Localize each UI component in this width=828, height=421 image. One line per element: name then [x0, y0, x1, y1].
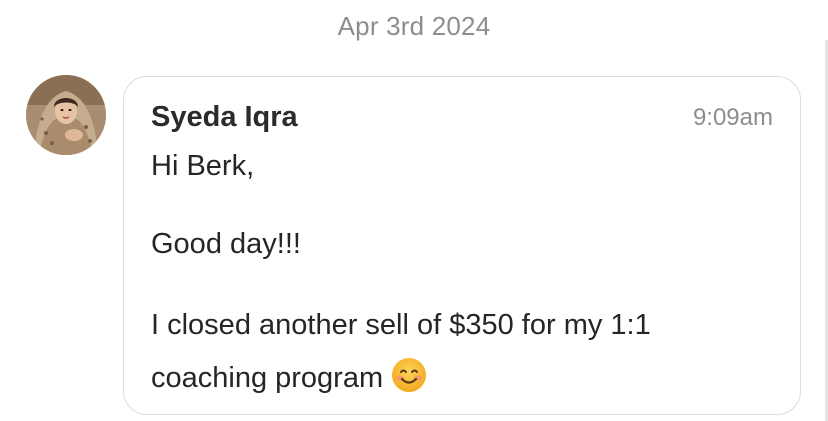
sender-name[interactable]: Syeda Iqra	[151, 101, 298, 134]
message-line-good-day: Good day!!!	[151, 228, 301, 260]
date-divider: Apr 3rd 2024	[337, 11, 491, 41]
smiling-face-icon	[391, 357, 427, 401]
avatar[interactable]	[26, 75, 106, 155]
message-line-greeting: Hi Berk,	[151, 150, 255, 182]
message-time: 9:09am	[692, 104, 773, 131]
chat-thread: Apr 3rd 2024 Syeda Iqra 9:09am Hi Berk, …	[0, 0, 828, 421]
avatar-photo	[26, 75, 106, 155]
message-bubble[interactable]: Syeda Iqra 9:09am Hi Berk, Good day!!! I…	[123, 76, 801, 415]
message-line-coaching: coaching program	[151, 357, 427, 401]
message-line-closed-sale: I closed another sell of $350 for my 1:1	[151, 309, 651, 341]
message-line-coaching-text: coaching program	[151, 362, 384, 394]
